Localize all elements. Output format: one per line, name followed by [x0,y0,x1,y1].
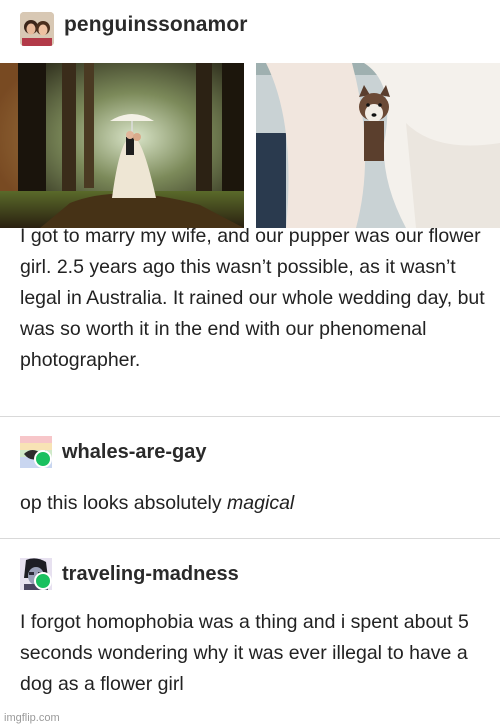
reblog-header-2: traveling-madness [0,558,500,598]
op-body-text: I got to marry my wife, and our pupper w… [20,225,485,371]
reblog-icon [34,572,52,590]
op-username[interactable]: penguinssonamor [64,13,248,37]
reblog-icon [34,450,52,468]
reblog-text-1-plain: op this looks absolutely [20,492,228,514]
reblog-username-1[interactable]: whales-are-gay [62,441,207,464]
husky-flower-girl-photo [256,63,500,228]
reblog-header-1: whales-are-gay [0,436,500,476]
op-avatar[interactable] [20,12,54,46]
watermark: imgflip.com [4,712,60,724]
wedding-forest-photo [0,63,244,228]
divider [0,538,500,539]
post-header: penguinssonamor [0,0,500,58]
reblog-text-1: op this looks absolutely magical [20,488,490,519]
reblog-username-2[interactable]: traveling-madness [62,563,239,586]
divider [0,416,500,417]
reblog-text-2: I forgot homophobia was a thing and i sp… [20,611,469,695]
reblog-text-1-emphasis: magical [227,492,295,514]
